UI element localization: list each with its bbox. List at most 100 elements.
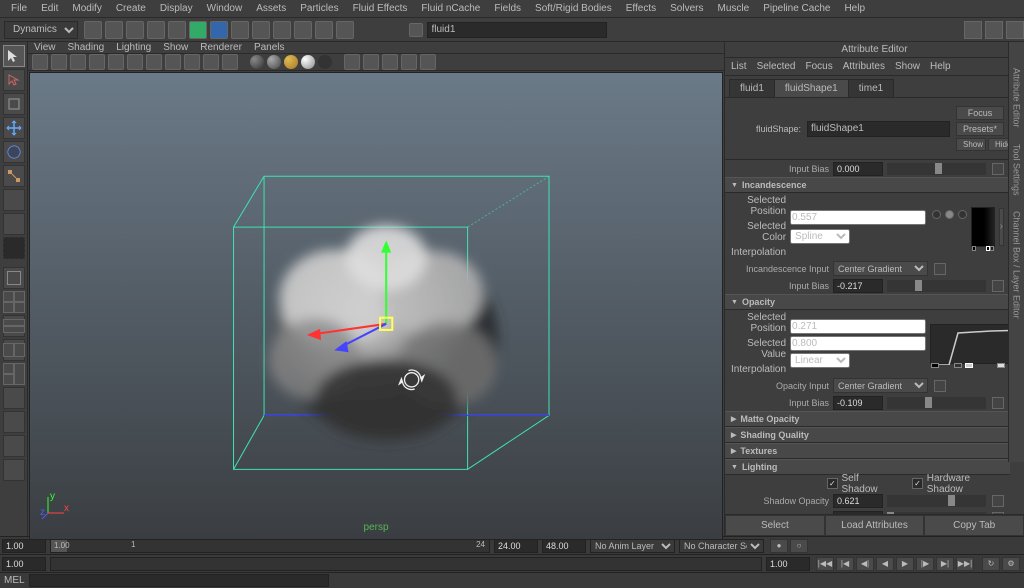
shadow-op-conn-icon[interactable] <box>992 495 1004 507</box>
op-interp-select[interactable]: Linear <box>790 353 850 368</box>
ipr-icon[interactable] <box>315 21 333 39</box>
vp-smooth-icon[interactable] <box>267 55 281 69</box>
op-bias-conn-icon[interactable] <box>992 397 1004 409</box>
undo-icon[interactable] <box>147 21 165 39</box>
menu-assets[interactable]: Assets <box>249 1 293 16</box>
vp-shading[interactable]: Shading <box>68 42 105 53</box>
incand-interp-select[interactable]: Spline <box>790 229 850 244</box>
ae-attributes[interactable]: Attributes <box>843 61 885 72</box>
path-up-icon[interactable] <box>409 23 423 37</box>
input-bias-conn-icon[interactable] <box>992 163 1004 175</box>
vp-lighting[interactable]: Lighting <box>116 42 151 53</box>
vp-textured-icon[interactable] <box>284 55 298 69</box>
snap2-icon[interactable] <box>252 21 270 39</box>
vp-2d-pan-icon[interactable] <box>108 54 124 70</box>
outliner-layout[interactable] <box>3 387 25 409</box>
input-bias-field[interactable] <box>833 162 883 176</box>
key-icon[interactable]: ● <box>770 539 788 553</box>
sidetab-tool[interactable]: Tool Settings <box>1012 138 1022 202</box>
vp-isolate-icon[interactable] <box>344 54 360 70</box>
menu-modify[interactable]: Modify <box>65 1 108 16</box>
anim-end-field[interactable] <box>766 557 810 571</box>
toggle-ae-icon[interactable] <box>964 21 982 39</box>
menu-create[interactable]: Create <box>109 1 153 16</box>
menu-pipeline-cache[interactable]: Pipeline Cache <box>756 1 837 16</box>
persp-viewport[interactable]: y x z persp <box>29 72 723 540</box>
vp-bookmark-icon[interactable] <box>70 54 86 70</box>
section-textures[interactable]: Textures <box>725 443 1010 459</box>
autokey-icon[interactable]: ○ <box>790 539 808 553</box>
vp-renderer[interactable]: Renderer <box>200 42 242 53</box>
sel-mask-icon[interactable] <box>189 21 207 39</box>
loop-icon[interactable]: ↻ <box>982 557 1000 571</box>
open-scene-icon[interactable] <box>105 21 123 39</box>
goto-end-button[interactable]: ▶▶| <box>956 557 974 571</box>
tab-fluidshape1[interactable]: fluidShape1 <box>774 79 849 97</box>
input-bias-slider[interactable] <box>887 163 986 175</box>
menu-help[interactable]: Help <box>837 1 872 16</box>
select-tool[interactable] <box>3 45 25 67</box>
menu-display[interactable]: Display <box>153 1 200 16</box>
op-input-select[interactable]: Center Gradient <box>833 378 928 393</box>
vp-image-plane-icon[interactable] <box>89 54 105 70</box>
goto-start-button[interactable]: |◀◀ <box>816 557 834 571</box>
cmd-lang-label[interactable]: MEL <box>4 575 25 586</box>
menuset-selector[interactable]: Dynamics <box>4 21 78 39</box>
menu-edit[interactable]: Edit <box>34 1 65 16</box>
incand-bias-slider[interactable] <box>887 280 986 292</box>
soft-mod-tool[interactable] <box>3 189 25 211</box>
menu-window[interactable]: Window <box>200 1 250 16</box>
play-back-button[interactable]: ◀ <box>876 557 894 571</box>
tab-time1[interactable]: time1 <box>848 79 894 97</box>
redo-icon[interactable] <box>168 21 186 39</box>
lasso-tool[interactable] <box>3 69 25 91</box>
op-selval-field[interactable] <box>790 336 926 351</box>
vp-shadow-icon[interactable] <box>318 55 332 69</box>
two-pane-v-layout[interactable] <box>3 339 25 361</box>
vp-safe-action-icon[interactable] <box>222 54 238 70</box>
ae-scroll[interactable]: Input Bias Incandescence Selected Positi… <box>725 160 1024 514</box>
incand-bias-field[interactable] <box>833 279 883 293</box>
step-back-button[interactable]: ◀| <box>856 557 874 571</box>
persp-graph-layout[interactable] <box>3 411 25 433</box>
new-scene-icon[interactable] <box>84 21 102 39</box>
shadow-op-slider[interactable] <box>887 495 986 507</box>
menu-particles[interactable]: Particles <box>293 1 345 16</box>
paint-select-tool[interactable] <box>3 93 25 115</box>
vp-xray-joints-icon[interactable] <box>382 54 398 70</box>
scale-tool[interactable] <box>3 165 25 187</box>
hypershade-layout[interactable] <box>3 435 25 457</box>
section-opacity[interactable]: Opacity <box>725 294 1010 310</box>
ae-show[interactable]: Show <box>895 61 920 72</box>
sel-mask2-icon[interactable] <box>210 21 228 39</box>
save-scene-icon[interactable] <box>126 21 144 39</box>
menu-fluid-ncache[interactable]: Fluid nCache <box>414 1 487 16</box>
ae-copy-button[interactable]: Copy Tab <box>924 515 1024 536</box>
ae-focus-button[interactable]: Focus <box>956 106 1004 120</box>
step-fwd-button[interactable]: |▶ <box>916 557 934 571</box>
menu-solvers[interactable]: Solvers <box>663 1 710 16</box>
menu-file[interactable]: File <box>4 1 34 16</box>
ae-load-button[interactable]: Load Attributes <box>825 515 925 536</box>
anim-start-field[interactable] <box>2 557 46 571</box>
move-tool[interactable] <box>3 117 25 139</box>
four-pane-layout[interactable] <box>3 291 25 313</box>
vp-expose-icon[interactable] <box>401 54 417 70</box>
single-pane-layout[interactable] <box>3 267 25 289</box>
self-shadow-check[interactable]: ✓ <box>827 478 837 489</box>
incand-input-select[interactable]: Center Gradient <box>833 261 928 276</box>
sidetab-channel[interactable]: Channel Box / Layer Editor <box>1012 205 1022 325</box>
toggle-tool-icon[interactable] <box>985 21 1003 39</box>
incand-selpos-field[interactable] <box>790 210 926 225</box>
menu-effects[interactable]: Effects <box>619 1 663 16</box>
prefs-icon[interactable]: ⚙ <box>1002 557 1020 571</box>
ae-focus[interactable]: Focus <box>805 61 832 72</box>
op-bias-field[interactable] <box>833 396 883 410</box>
incand-ramp-nav[interactable]: › <box>999 208 1004 246</box>
render-settings-icon[interactable] <box>336 21 354 39</box>
two-pane-h-layout[interactable] <box>3 315 25 337</box>
menu-soft-rigid[interactable]: Soft/Rigid Bodies <box>528 1 619 16</box>
step-fwd-key-button[interactable]: ▶| <box>936 557 954 571</box>
op-bias-slider[interactable] <box>887 397 986 409</box>
ae-select-button[interactable]: Select <box>725 515 825 536</box>
